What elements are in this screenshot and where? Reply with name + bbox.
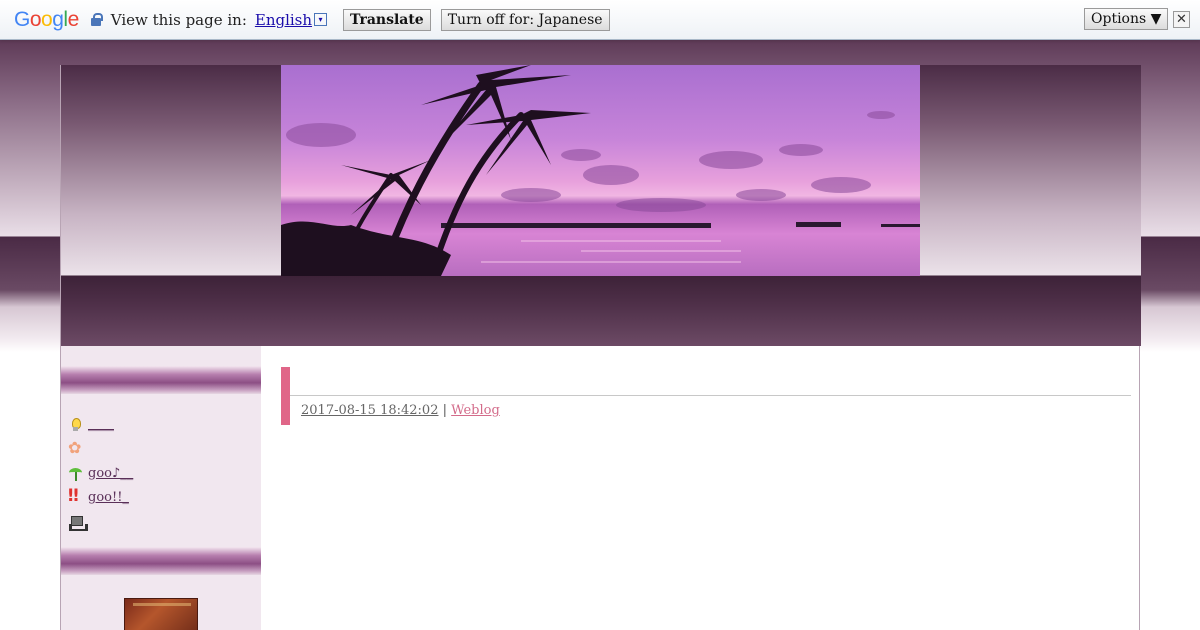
close-icon[interactable]: ✕ <box>1173 11 1190 28</box>
lock-icon <box>90 13 103 26</box>
logo-letter: o <box>29 7 42 31</box>
logo-letter: e <box>67 7 80 31</box>
entry-category-link[interactable]: Weblog <box>451 403 500 418</box>
robot-icon <box>68 515 88 531</box>
sidebar-item[interactable] <box>68 510 133 535</box>
blog-container: ____ goo♪__ goo!!_ 2017-08-15 18 <box>60 65 1141 630</box>
language-select-link[interactable]: English <box>255 11 312 29</box>
sprout-icon <box>68 466 83 481</box>
sidebar: ____ goo♪__ goo!!_ <box>61 346 261 630</box>
sidebar-item-link[interactable]: goo!!_ <box>88 490 129 505</box>
google-translate-bar: Google View this page in: English ▾ Tran… <box>0 0 1200 40</box>
logo-letter: G <box>14 7 30 31</box>
sidebar-link-list: ____ goo♪__ goo!!_ <box>68 412 133 535</box>
bulb-icon <box>68 417 83 432</box>
entry-accent-bar <box>281 367 290 425</box>
sidebar-item[interactable]: goo♪__ <box>68 461 133 486</box>
flower-icon <box>68 438 83 457</box>
sidebar-item-link[interactable]: goo♪__ <box>88 466 133 481</box>
header-image[interactable] <box>281 65 920 276</box>
sidebar-section-header <box>61 366 261 394</box>
sidebar-item[interactable]: ____ <box>68 412 133 437</box>
options-button[interactable]: Options ▼ <box>1084 8 1169 30</box>
logo-letter: o <box>41 7 53 31</box>
exclaim-icon <box>68 486 83 506</box>
view-page-label: View this page in: <box>110 10 247 29</box>
entry-divider <box>290 395 1131 396</box>
turn-off-button[interactable]: Turn off for: Japanese <box>440 8 610 31</box>
translate-button[interactable]: Translate <box>343 8 431 31</box>
meta-separator: | <box>442 403 448 418</box>
blog-header <box>61 65 1141 346</box>
chevron-down-icon[interactable]: ▾ <box>314 13 328 26</box>
sidebar-section-header <box>61 547 261 575</box>
entry-date-link[interactable]: 2017-08-15 18:42:02 <box>301 403 438 418</box>
palm-sunset-illustration <box>281 65 920 276</box>
book-thumbnail-image[interactable] <box>124 598 198 630</box>
sidebar-item[interactable]: goo!!_ <box>68 486 133 511</box>
logo-letter: g <box>52 7 64 31</box>
sidebar-item-link[interactable]: ____ <box>88 417 114 432</box>
google-logo: Google <box>14 8 79 32</box>
entry-meta: 2017-08-15 18:42:02 | Weblog <box>301 403 500 418</box>
sidebar-item[interactable] <box>68 437 133 462</box>
